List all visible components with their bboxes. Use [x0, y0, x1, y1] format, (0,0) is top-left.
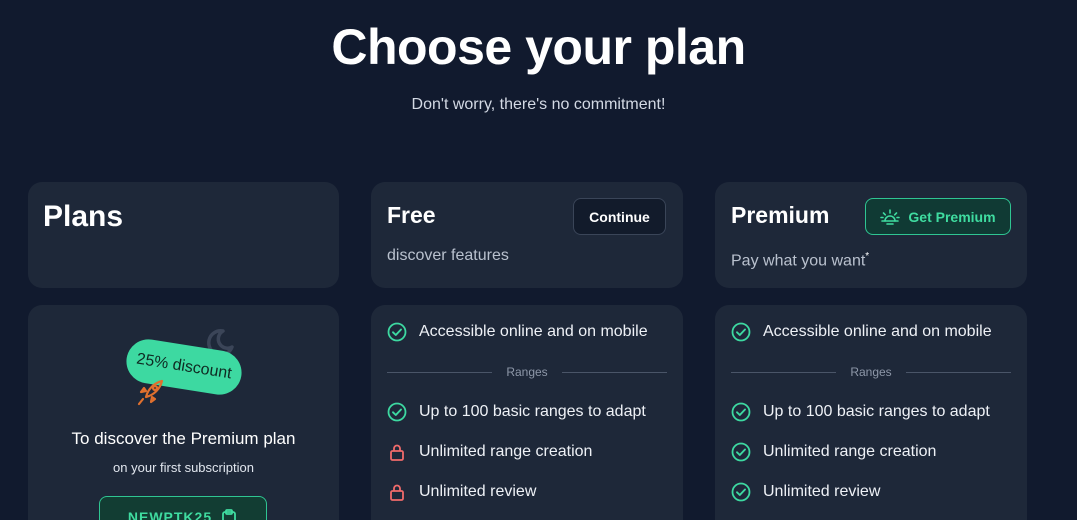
divider-label: Ranges [506, 365, 548, 379]
clipboard-icon [222, 509, 237, 520]
get-premium-button[interactable]: Get Premium [865, 198, 1011, 235]
feature-label: Unlimited review [763, 483, 881, 500]
free-plan-description: discover features [387, 247, 509, 264]
list-item: Up to 100 basic ranges to adapt [387, 402, 646, 422]
check-circle-icon [731, 482, 751, 502]
feature-label: Up to 100 basic ranges to adapt [763, 403, 990, 420]
feature-label: Unlimited review [419, 483, 537, 500]
list-item: Accessible online and on mobile [731, 322, 992, 342]
lock-icon [390, 484, 404, 501]
promo-card: 25% discount To discover the Premium pla… [28, 305, 339, 520]
free-plan-name: Free [387, 202, 436, 228]
feature-label: Unlimited range creation [763, 443, 937, 460]
get-premium-label: Get Premium [908, 208, 996, 225]
free-features-card: Accessible online and on mobile Ranges U… [371, 305, 683, 520]
divider-label: Ranges [850, 365, 892, 379]
list-item: Unlimited review [387, 482, 536, 502]
promo-subtitle: on your first subscription [113, 460, 254, 475]
list-item: Unlimited range creation [387, 442, 592, 462]
feature-label: Up to 100 basic ranges to adapt [419, 403, 646, 420]
ranges-divider: Ranges [731, 364, 1011, 380]
check-circle-icon [731, 442, 751, 462]
premium-features-card: Accessible online and on mobile Ranges U… [715, 305, 1027, 520]
premium-plan-card: Premium Get Premium Pay what you want* [715, 182, 1027, 288]
page-subtitle: Don't worry, there's no commitment! [411, 96, 666, 113]
feature-label: Unlimited range creation [419, 443, 593, 460]
feature-label: Accessible online and on mobile [763, 323, 992, 340]
free-plan-card: Free Continue discover features [371, 182, 683, 288]
sun-icon [880, 208, 901, 225]
check-circle-icon [387, 322, 407, 342]
promo-code-button[interactable]: NEWPTK25 [99, 496, 267, 520]
premium-plan-name: Premium [731, 202, 830, 228]
lock-icon [390, 444, 404, 461]
feature-label: Accessible online and on mobile [419, 323, 648, 340]
promo-title: To discover the Premium plan [71, 429, 296, 448]
plans-card: Plans [28, 182, 339, 288]
check-circle-icon [731, 402, 751, 422]
list-item: Unlimited range creation [731, 442, 936, 462]
check-circle-icon [387, 402, 407, 422]
plans-title: Plans [43, 200, 124, 233]
continue-button[interactable]: Continue [573, 198, 666, 235]
list-item: Up to 100 basic ranges to adapt [731, 402, 990, 422]
list-item: Accessible online and on mobile [387, 322, 648, 342]
list-item: Unlimited review [731, 482, 880, 502]
footnote-mark: * [865, 251, 870, 262]
promo-code: NEWPTK25 [127, 509, 213, 520]
check-circle-icon [731, 322, 751, 342]
ranges-divider: Ranges [387, 364, 667, 380]
premium-plan-description-text: Pay what you want [731, 252, 866, 270]
rocket-icon [137, 379, 164, 406]
page-title: Choose your plan [331, 19, 746, 75]
premium-plan-description: Pay what you want* [731, 251, 869, 270]
